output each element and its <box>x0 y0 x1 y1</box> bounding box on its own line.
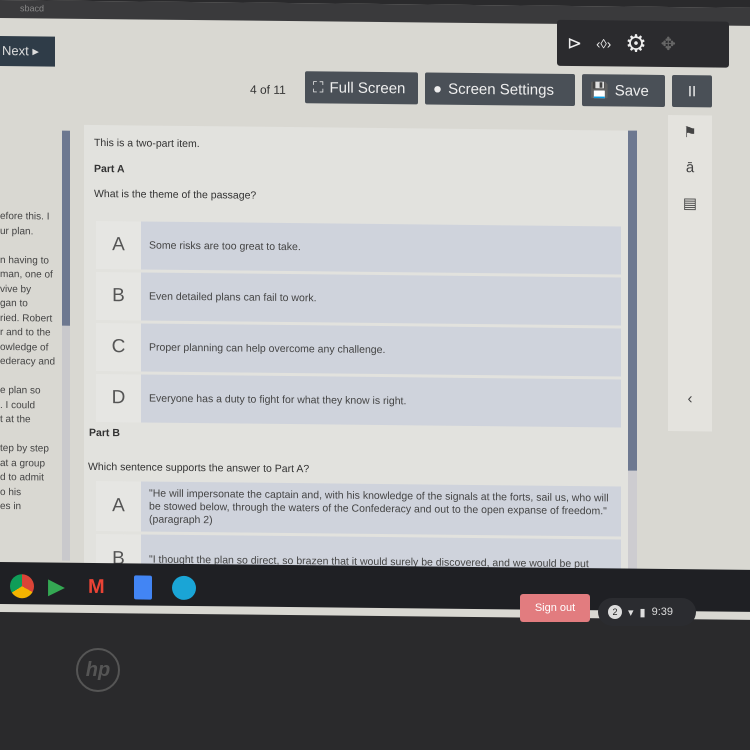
passage-scrollbar[interactable] <box>62 130 70 561</box>
passage-line: vive by <box>0 283 32 295</box>
tab-title: sbacd <box>20 3 45 14</box>
gear-icon[interactable]: ⚙ <box>625 29 647 58</box>
intro-text: This is a two-part item. <box>94 136 200 151</box>
passage-line: tep by step <box>0 443 49 455</box>
option-letter: D <box>96 374 141 423</box>
system-tray[interactable]: 2 ▾ ▮ 9:39 <box>598 598 696 626</box>
screen-settings-label: Screen Settings <box>448 80 554 99</box>
passage-line: man, one of <box>0 269 53 281</box>
code-icon[interactable]: ‹◊› <box>596 36 611 51</box>
part-b-prompt: Which sentence supports the answer to Pa… <box>88 460 310 476</box>
question-panel: This is a two-part item. Part A What is … <box>84 124 628 571</box>
part-a-prompt: What is the theme of the passage? <box>94 187 257 202</box>
passage-line <box>0 428 64 443</box>
passage-line: ederacy and <box>0 356 56 368</box>
translate-icon[interactable]: ā <box>686 159 694 176</box>
tool-sidebar: ⚑ ā ▤ ‹ <box>668 114 712 432</box>
save-label: Save <box>614 81 649 100</box>
flag-icon[interactable]: ⚑ <box>683 123 696 141</box>
pause-button[interactable]: II <box>672 75 712 108</box>
chevron-left-icon[interactable]: ‹ <box>688 390 693 407</box>
passage-line: owledge of <box>0 341 49 354</box>
notepad-icon[interactable]: ▤ <box>683 194 697 212</box>
passage-line: efore this. I <box>0 211 50 223</box>
option-letter: A <box>96 481 141 532</box>
meet-icon[interactable] <box>172 575 196 601</box>
battery-icon: ▮ <box>639 606 646 619</box>
answer-option-c[interactable]: C Proper planning can help overcome any c… <box>96 323 621 377</box>
screen-settings-button[interactable]: ● Screen Settings <box>425 72 575 107</box>
passage-line: . I could <box>0 399 36 411</box>
part-a-label: Part A <box>94 162 125 176</box>
settings-circle-icon: ● <box>433 80 443 98</box>
answer-option-a[interactable]: A "He will impersonate the captain and, w… <box>96 481 621 537</box>
passage-line: ur plan. <box>0 225 34 237</box>
passage-line: gan to <box>0 298 28 310</box>
option-text: Everyone has a duty to fight for what th… <box>141 374 621 428</box>
notification-count: 2 <box>608 605 622 619</box>
wifi-icon: ▾ <box>628 606 634 619</box>
passage-line: r and to the <box>0 327 51 339</box>
expand-icon[interactable]: ⊳ <box>567 32 582 53</box>
gmail-icon[interactable]: M <box>88 575 112 599</box>
passage-line: e plan so <box>0 385 41 397</box>
part-b-label: Part B <box>89 426 120 440</box>
passage-line: o his <box>0 486 22 498</box>
passage-line <box>0 239 64 254</box>
docs-icon[interactable] <box>134 575 152 600</box>
pause-icon: II <box>687 82 697 100</box>
screen: sbacd Next ▸ 4 of 11 ⛶ Full Screen ● Scree… <box>0 0 750 620</box>
option-text: Even detailed plans can fail to work. <box>141 272 621 326</box>
passage-line: es in <box>0 501 22 513</box>
sign-out-button[interactable]: Sign out <box>520 594 590 622</box>
passage-line <box>0 370 64 385</box>
option-letter: A <box>96 221 141 270</box>
passage-line: t at the <box>0 414 31 426</box>
clock: 9:39 <box>651 606 674 618</box>
option-text: "He will impersonate the captain and, wi… <box>141 481 621 537</box>
fullscreen-icon: ⛶ <box>313 78 324 96</box>
move-icon[interactable]: ✥ <box>661 33 676 54</box>
next-button[interactable]: Next ▸ <box>0 36 55 67</box>
answer-option-b[interactable]: B Even detailed plans can fail to work. <box>96 272 621 326</box>
save-icon: 💾 <box>590 82 609 100</box>
play-store-icon[interactable]: ▶ <box>48 574 72 599</box>
chrome-icon[interactable] <box>10 574 34 599</box>
option-text: Proper planning can help overcome any ch… <box>141 323 621 377</box>
top-right-panel: ⊳ ‹◊› ⚙ ✥ <box>557 19 729 68</box>
passage-line: d to admit <box>0 472 44 484</box>
passage-line: n having to <box>0 254 49 267</box>
answer-option-d[interactable]: D Everyone has a duty to fight for what t… <box>96 374 621 428</box>
passage-line: at a group <box>0 457 46 469</box>
answer-option-a[interactable]: A Some risks are too great to take. <box>96 221 621 275</box>
full-screen-label: Full Screen <box>329 78 406 97</box>
page-indicator: 4 of 11 <box>250 82 286 97</box>
option-letter: B <box>96 272 141 321</box>
hp-logo: hp <box>76 648 120 692</box>
option-text: Some risks are too great to take. <box>141 221 621 275</box>
question-scrollbar[interactable] <box>628 130 637 571</box>
passage-fragment: efore this. I ur plan. n having to man, one… <box>0 210 64 515</box>
save-button[interactable]: 💾 Save <box>582 74 665 107</box>
full-screen-button[interactable]: ⛶ Full Screen <box>305 71 418 105</box>
passage-line: ried. Robert <box>0 312 53 325</box>
option-letter: C <box>96 323 141 372</box>
